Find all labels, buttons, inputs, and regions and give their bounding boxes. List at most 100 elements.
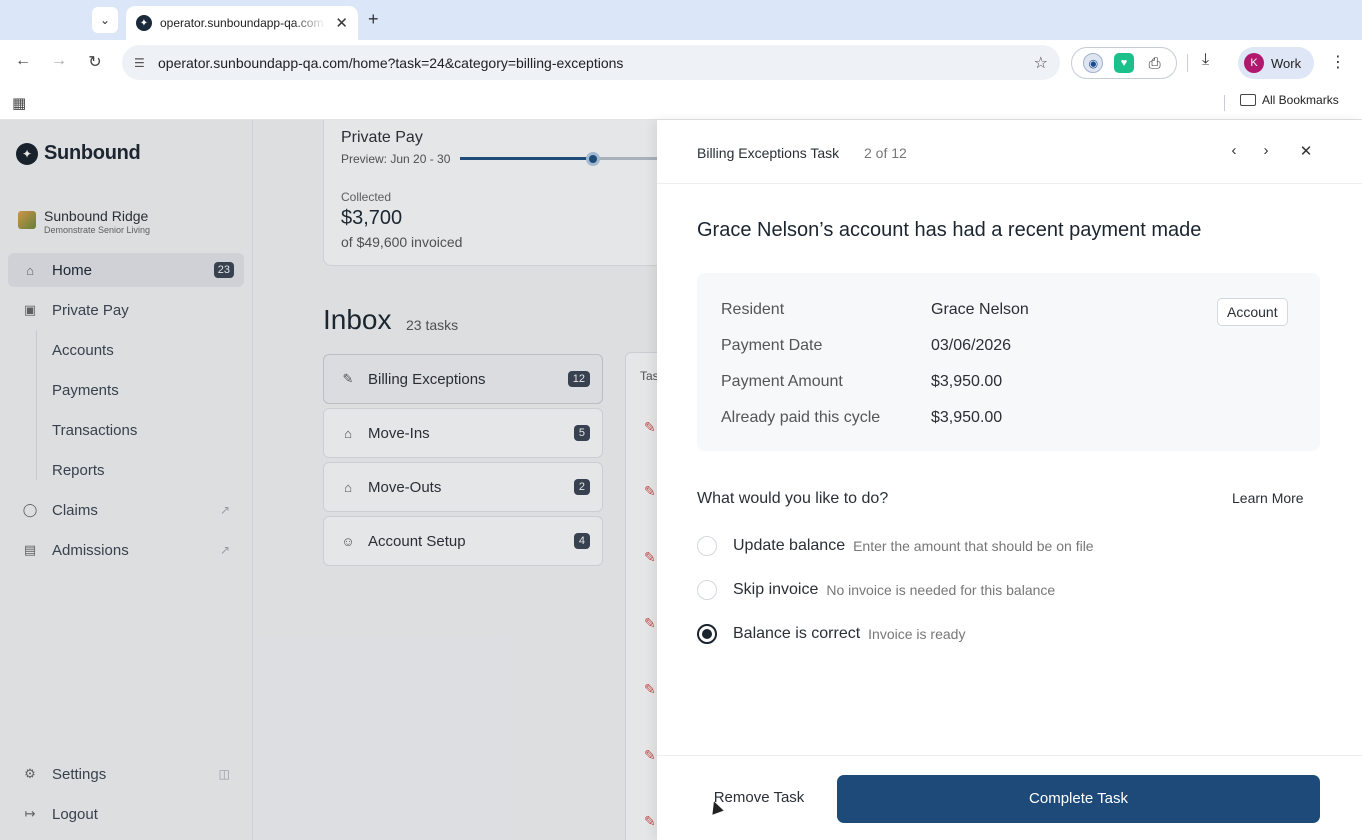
- collapse-sidebar-icon[interactable]: ◫: [219, 767, 230, 781]
- home-icon: ⌂: [26, 262, 34, 278]
- shield-icon: ◯: [22, 502, 38, 517]
- complete-task-button[interactable]: Complete Task: [837, 775, 1320, 823]
- sidebar-item-reports[interactable]: Reports: [52, 462, 105, 479]
- option-skip-invoice[interactable]: Skip invoice No invoice is needed for th…: [697, 580, 1055, 600]
- radio-balance-correct[interactable]: [697, 624, 717, 644]
- task-pencil-icon[interactable]: ✎: [644, 813, 656, 830]
- category-account-setup[interactable]: ☺ Account Setup 4: [323, 516, 603, 566]
- all-bookmarks-button[interactable]: All Bookmarks: [1240, 93, 1339, 107]
- category-label: Move-Ins: [368, 424, 430, 442]
- sidebar-item-accounts[interactable]: Accounts: [52, 342, 114, 359]
- sidebar-item-claims[interactable]: ◯ Claims ↗: [8, 493, 244, 527]
- task-pencil-icon[interactable]: ✎: [644, 747, 656, 764]
- org-switcher[interactable]: Sunbound Ridge Demonstrate Senior Living: [18, 208, 150, 235]
- preview-label: Preview: Jun 20 - 30: [341, 152, 451, 166]
- preview-slider[interactable]: [460, 152, 690, 166]
- slider-thumb[interactable]: [586, 152, 601, 166]
- action-question: What would you like to do?: [697, 490, 889, 507]
- previous-task-chevron-icon[interactable]: ‹: [1224, 142, 1244, 159]
- address-url[interactable]: operator.sunboundapp-qa.com/home?task=24…: [158, 55, 623, 71]
- reload-icon[interactable]: ↻: [84, 52, 106, 72]
- sidebar-item-home[interactable]: ⌂ Home 23: [8, 253, 244, 287]
- task-drawer: Billing Exceptions Task 2 of 12 ‹ › ✕ Gr…: [657, 120, 1362, 840]
- sidebar-item-settings[interactable]: ⚙ Settings ◫: [8, 757, 244, 791]
- inbox-count: 23 tasks: [406, 317, 459, 333]
- slider-fill: [460, 157, 594, 160]
- close-drawer-icon[interactable]: ✕: [1296, 142, 1316, 160]
- pencil-icon: ✎: [342, 371, 354, 386]
- forward-arrow-icon[interactable]: →: [48, 52, 70, 70]
- site-settings-icon[interactable]: ☰: [134, 56, 156, 70]
- task-pencil-icon[interactable]: ✎: [644, 483, 656, 500]
- detail-row: Payment Date 03/06/2026: [721, 337, 1011, 355]
- puzzle-extensions-icon[interactable]: ⎙: [1145, 53, 1165, 73]
- sidebar-item-transactions[interactable]: Transactions: [52, 422, 137, 439]
- new-tab-plus-icon[interactable]: +: [368, 9, 379, 30]
- sidebar-item-label: Logout: [52, 805, 98, 823]
- home-count-badge: 23: [213, 262, 234, 278]
- bookmark-star-icon[interactable]: ☆: [1034, 53, 1048, 73]
- profile-button[interactable]: K Work: [1238, 47, 1314, 79]
- sidebar-item-private-pay[interactable]: ▣ Private Pay: [8, 293, 244, 327]
- option-label: Update balance: [733, 537, 846, 554]
- category-move-ins[interactable]: ⌂ Move-Ins 5: [323, 408, 603, 458]
- move-in-icon: ⌂: [344, 425, 352, 441]
- learn-more-link[interactable]: Learn More: [1232, 490, 1304, 506]
- toolbar-divider: [1187, 54, 1188, 72]
- sunbound-logo-icon: ✦: [16, 142, 38, 165]
- address-bar[interactable]: ☰ operator.sunboundapp-qa.com/home?task=…: [122, 45, 1060, 80]
- tab-close-icon[interactable]: ✕: [335, 14, 348, 32]
- detail-row: Resident Grace Nelson: [721, 301, 1029, 319]
- brand-logo[interactable]: ✦ Sunbound: [16, 142, 141, 165]
- task-pencil-icon[interactable]: ✎: [644, 681, 656, 698]
- remove-task-button[interactable]: Remove Task: [701, 775, 817, 821]
- back-arrow-icon[interactable]: ←: [12, 52, 34, 70]
- account-button[interactable]: Account: [1217, 298, 1288, 326]
- apps-grid-icon[interactable]: ▦: [12, 94, 26, 112]
- sidebar-item-label: Claims: [52, 501, 98, 519]
- radio-update-balance[interactable]: [697, 536, 717, 556]
- task-heading: Grace Nelson’s account has had a recent …: [697, 219, 1202, 241]
- task-pencil-icon[interactable]: ✎: [644, 615, 656, 632]
- option-label: Balance is correct: [733, 625, 861, 642]
- browser-menu-icon[interactable]: ⋮: [1330, 52, 1346, 72]
- detail-value: $3,950.00: [931, 373, 1003, 390]
- tab-title: operator.sunboundapp-qa.com: [160, 16, 324, 30]
- detail-label: Payment Date: [721, 337, 823, 354]
- category-count-badge: 5: [573, 425, 590, 441]
- bookmarks-bar: ▦ All Bookmarks: [0, 86, 1362, 120]
- sidebar-item-payments[interactable]: Payments: [52, 382, 119, 399]
- option-balance-correct[interactable]: Balance is correct Invoice is ready: [697, 624, 965, 644]
- task-pencil-icon[interactable]: ✎: [644, 549, 656, 566]
- download-icon[interactable]: ⤓: [1202, 51, 1209, 69]
- sidebar-item-label: Home: [52, 261, 93, 279]
- option-update-balance[interactable]: Update balance Enter the amount that sho…: [697, 536, 1094, 556]
- inbox-title: Inbox: [323, 304, 392, 335]
- all-bookmarks-label: All Bookmarks: [1262, 93, 1339, 107]
- category-billing-exceptions[interactable]: ✎ Billing Exceptions 12: [323, 354, 603, 404]
- extension-2-icon[interactable]: ♥: [1113, 53, 1134, 73]
- gear-icon: ⚙: [24, 766, 36, 781]
- sidebar-item-logout[interactable]: ↦ Logout: [8, 797, 244, 831]
- tab-search-chevron-icon[interactable]: ⌄: [92, 7, 118, 33]
- category-label: Billing Exceptions: [368, 370, 486, 388]
- sidebar-item-admissions[interactable]: ▤ Admissions ↗: [8, 533, 244, 567]
- detail-value: 03/06/2026: [931, 337, 1012, 354]
- drawer-header: Billing Exceptions Task 2 of 12 ‹ › ✕: [657, 120, 1362, 184]
- detail-label: Already paid this cycle: [721, 409, 881, 426]
- task-position: 2 of 12: [864, 145, 907, 161]
- profile-label: Work: [1271, 55, 1302, 71]
- drawer-footer: Remove Task Complete Task: [657, 755, 1362, 840]
- subnav-guide-line: [36, 330, 37, 480]
- sunbound-favicon-icon: ✦: [136, 15, 152, 31]
- browser-tab[interactable]: ✦ operator.sunboundapp-qa.com ✕: [126, 6, 358, 40]
- category-move-outs[interactable]: ⌂ Move-Outs 2: [323, 462, 603, 512]
- browser-tab-strip: ⌄ ✦ operator.sunboundapp-qa.com ✕ +: [0, 0, 1362, 40]
- move-out-icon: ⌂: [344, 479, 352, 495]
- radio-skip-invoice[interactable]: [697, 580, 717, 600]
- external-link-icon: ↗: [219, 503, 230, 517]
- next-task-chevron-icon[interactable]: ›: [1256, 142, 1276, 159]
- user-icon: ☺: [341, 533, 355, 549]
- task-pencil-icon[interactable]: ✎: [644, 419, 656, 436]
- extension-1-icon[interactable]: ◉: [1083, 53, 1104, 73]
